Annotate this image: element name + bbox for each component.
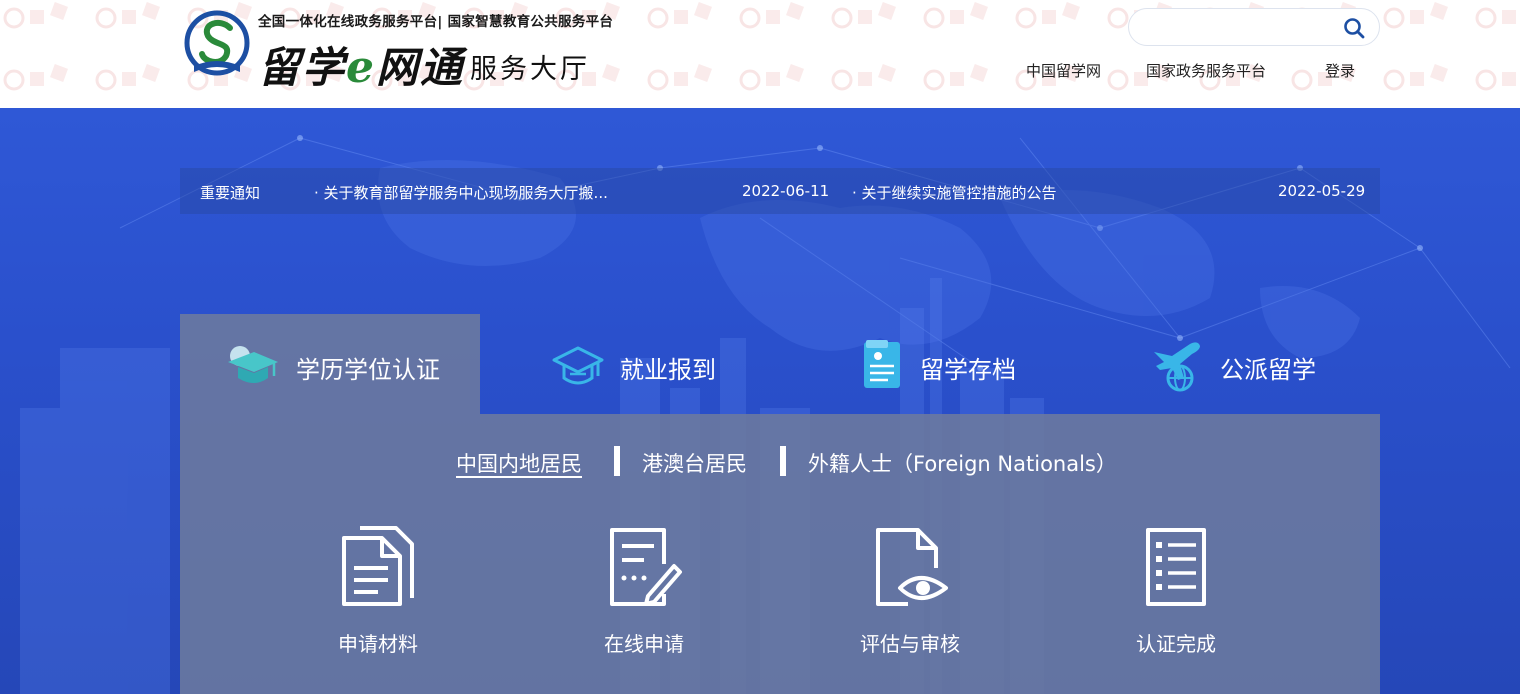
notice-label: 重要通知 xyxy=(200,184,261,202)
notice-bar: 重要通知 · 关于教育部留学服务中心现场服务大厅搬... 2022-06-11 … xyxy=(180,168,1380,214)
search-box xyxy=(1128,8,1380,46)
logo-hall: 服务大厅 xyxy=(470,54,591,85)
logo-title: 留学e网通 服务大厅 xyxy=(258,34,590,95)
nav-link-national-gov-services[interactable]: 国家政务服务平台 xyxy=(1146,60,1266,81)
step-label-certification-complete: 认证完成 xyxy=(1136,632,1216,656)
search-icon[interactable] xyxy=(1343,17,1365,39)
documents-icon xyxy=(342,526,414,606)
tab-label-government-sponsored-study: 公派留学 xyxy=(1220,356,1316,384)
step-application-materials[interactable]: 申请材料 xyxy=(298,524,458,674)
step-label-online-application: 在线申请 xyxy=(604,632,684,656)
header: 全国一体化在线政务服务平台| 国家智慧教育公共服务平台 留学e网通 服务大厅 中国… xyxy=(0,0,1520,108)
notice-item-2-date: 2022-05-29 xyxy=(1278,182,1366,200)
step-evaluation-review[interactable]: 评估与审核 xyxy=(830,524,990,674)
graduation-cap-icon xyxy=(228,346,278,383)
checklist-icon xyxy=(1146,528,1206,606)
nav-link-china-study-abroad[interactable]: 中国留学网 xyxy=(1026,60,1101,81)
tab-content-panel: 中国内地居民 港澳台居民 外籍人士（Foreign Nationals） 申请材… xyxy=(180,414,1380,694)
hero-section: 重要通知 · 关于教育部留学服务中心现场服务大厅搬... 2022-06-11 … xyxy=(0,108,1520,694)
step-online-application[interactable]: 在线申请 xyxy=(564,524,724,674)
tab-study-archive[interactable]: 留学存档 xyxy=(780,314,1080,414)
subtab-hk-macao-taiwan-residents[interactable]: 港澳台居民 xyxy=(642,448,747,478)
step-label-application-materials: 申请材料 xyxy=(338,632,418,656)
step-certification-complete[interactable]: 认证完成 xyxy=(1096,524,1256,674)
logo-brand: 留学e网通 xyxy=(258,42,465,93)
logo-brand-part1: 留学 xyxy=(258,43,347,92)
applicant-type-tabs: 中国内地居民 港澳台居民 外籍人士（Foreign Nationals） xyxy=(180,444,1380,478)
mortarboard-outline-icon xyxy=(552,346,604,385)
logo-brand-e: e xyxy=(346,42,377,93)
tab-government-sponsored-study[interactable]: 公派留学 xyxy=(1080,314,1380,414)
step-label-evaluation-review: 评估与审核 xyxy=(860,632,960,656)
search-input[interactable] xyxy=(1145,9,1345,45)
plane-globe-icon xyxy=(1154,342,1200,392)
logo-brand-part2: 网通 xyxy=(376,43,465,92)
edit-form-icon xyxy=(610,528,682,606)
archive-document-icon xyxy=(864,340,900,388)
subtab-foreign-nationals[interactable]: 外籍人士（Foreign Nationals） xyxy=(808,448,1117,478)
tab-employment-registration[interactable]: 就业报到 xyxy=(480,314,780,414)
tab-degree-certification[interactable]: 学历学位认证 xyxy=(180,314,480,414)
tab-label-study-archive: 留学存档 xyxy=(920,356,1016,384)
logo-emblem-icon xyxy=(184,10,250,76)
file-review-eye-icon xyxy=(876,528,948,606)
subtab-divider xyxy=(614,446,620,476)
site-logo[interactable]: 全国一体化在线政务服务平台| 国家智慧教育公共服务平台 留学e网通 服务大厅 xyxy=(182,6,652,93)
logo-subtitle: 全国一体化在线政务服务平台| 国家智慧教育公共服务平台 xyxy=(258,14,614,30)
notice-item-2-title: 关于继续实施管控措施的公告 xyxy=(861,184,1057,202)
subtab-mainland-residents[interactable]: 中国内地居民 xyxy=(456,448,582,478)
tab-label-employment-registration: 就业报到 xyxy=(620,356,716,384)
notice-item-1-date: 2022-06-11 xyxy=(742,182,830,200)
nav-link-login[interactable]: 登录 xyxy=(1325,60,1355,81)
notice-item-1-title: 关于教育部留学服务中心现场服务大厅搬... xyxy=(323,184,608,202)
notice-item-2[interactable]: · 关于继续实施管控措施的公告 xyxy=(852,182,1057,203)
notice-item-1[interactable]: · 关于教育部留学服务中心现场服务大厅搬... xyxy=(314,182,608,203)
subtab-divider xyxy=(780,446,786,476)
tab-label-degree-certification: 学历学位认证 xyxy=(296,356,440,384)
